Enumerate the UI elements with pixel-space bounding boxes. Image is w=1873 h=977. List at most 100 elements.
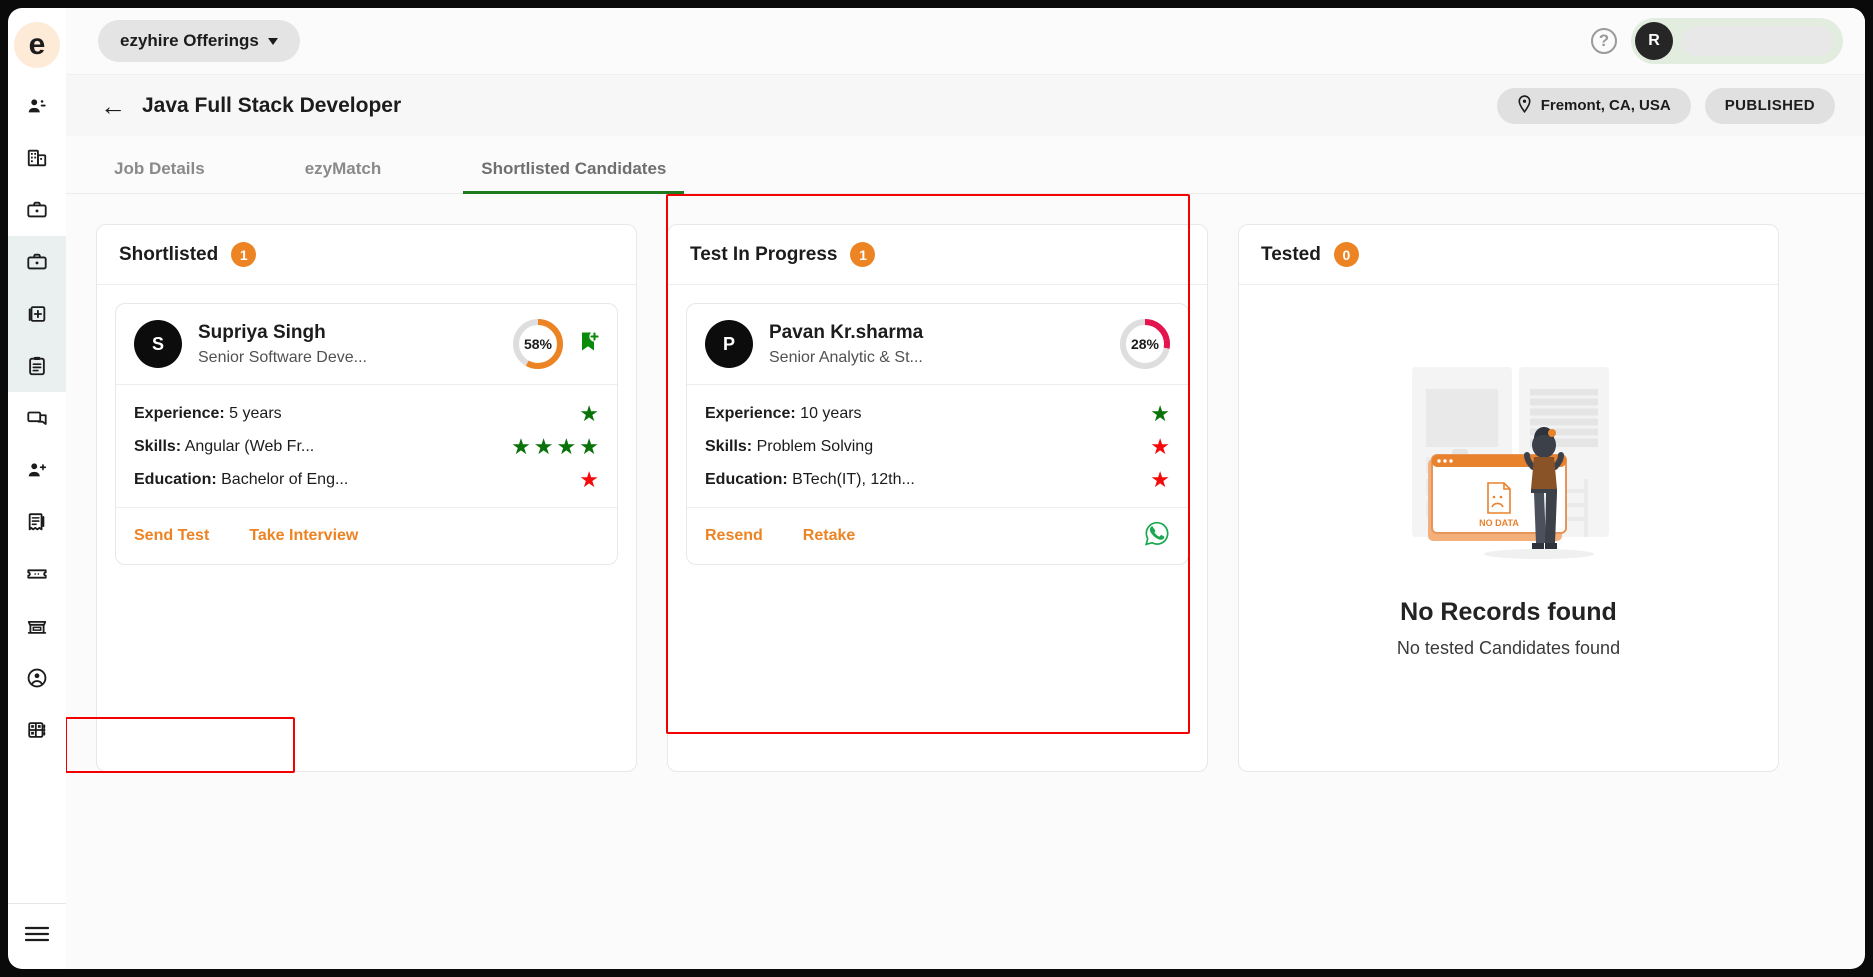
- sidebar-item-people[interactable]: [8, 80, 66, 132]
- candidate-header: P Pavan Kr.sharma Senior Analytic & St..…: [687, 304, 1188, 385]
- sidebar-item-company[interactable]: [8, 132, 66, 184]
- main-content: ezyhire Offerings ? R ← Java Full Stack …: [66, 8, 1865, 969]
- empty-state-title: No Records found: [1400, 598, 1617, 626]
- rating-stars-skills: ★: [1150, 436, 1170, 458]
- tab-bar: Job Details ezyMatch Shortlisted Candida…: [66, 136, 1865, 194]
- location-chip: Fremont, CA, USA: [1496, 87, 1691, 124]
- detail-row-skills: Skills: Problem Solving ★: [705, 436, 1170, 458]
- candidate-name: Pavan Kr.sharma: [769, 321, 924, 343]
- avatar: R: [1635, 22, 1673, 60]
- contact-book-icon: [26, 719, 48, 741]
- candidate-card[interactable]: P Pavan Kr.sharma Senior Analytic & St..…: [66, 303, 1189, 773]
- candidate-avatar: S: [134, 320, 182, 368]
- user-menu[interactable]: R: [1631, 18, 1843, 64]
- sidebar-item-briefcase[interactable]: [8, 184, 66, 236]
- detail-education: Education: Bachelor of Eng...: [134, 471, 348, 489]
- resend-button[interactable]: Resend: [705, 527, 763, 545]
- hamburger-menu-icon: [24, 924, 50, 949]
- top-bar-right: ? R: [1591, 18, 1843, 64]
- offerings-dropdown[interactable]: ezyhire Offerings: [98, 20, 300, 62]
- user-circle-icon: [26, 667, 48, 689]
- rating-stars-skills: ★ ★ ★ ★: [511, 436, 599, 458]
- match-percent-ring: 28%: [1118, 317, 1172, 371]
- whatsapp-icon[interactable]: [1144, 521, 1170, 552]
- sidebar-item-add-document[interactable]: [8, 288, 66, 340]
- bookmark-add-icon[interactable]: [579, 330, 601, 359]
- sidebar-item-contacts[interactable]: [8, 704, 66, 756]
- candidate-role: Senior Analytic & St...: [769, 348, 923, 366]
- app-logo[interactable]: e: [14, 22, 60, 68]
- detail-value-education: Bachelor of Eng...: [221, 471, 349, 488]
- sidebar-item-invoice[interactable]: [8, 496, 66, 548]
- detail-row-experience: Experience: 10 years ★: [705, 403, 1170, 425]
- people-group-icon: [26, 95, 48, 117]
- detail-skills: Skills: Angular (Web Fr...: [134, 438, 314, 456]
- candidate-actions: Resend Retake: [687, 508, 1188, 564]
- help-icon[interactable]: ?: [1591, 28, 1617, 54]
- candidate-header-right: 58%: [511, 317, 601, 371]
- job-header-chips: Fremont, CA, USA PUBLISHED: [1496, 87, 1835, 124]
- detail-value-skills: Angular (Web Fr...: [184, 438, 315, 455]
- empty-state-subtitle: No tested Candidates found: [1396, 638, 1621, 658]
- sidebar-item-ticket[interactable]: [8, 548, 66, 600]
- detail-value-education: BTech(IT), 12th...: [792, 471, 915, 488]
- candidate-header: S Supriya Singh Senior Software Deve...: [116, 304, 617, 385]
- column-title: Test In Progress: [690, 243, 838, 265]
- take-interview-button[interactable]: Take Interview: [249, 527, 358, 545]
- star-icon: ★: [1150, 401, 1170, 426]
- offerings-label: ezyhire Offerings: [120, 31, 259, 50]
- detail-skills: Skills: Problem Solving: [705, 438, 873, 456]
- star-icon: ★: [511, 434, 531, 459]
- column-body-shortlisted: S Supriya Singh Senior Software Deve...: [97, 285, 636, 583]
- detail-label-skills: Skills:: [705, 438, 753, 455]
- star-icon: ★: [1150, 434, 1170, 459]
- sidebar-menu-button[interactable]: [8, 903, 66, 969]
- sidebar-item-clipboard[interactable]: [8, 340, 66, 392]
- detail-row-experience: Experience: 5 years ★: [134, 403, 599, 425]
- back-arrow-icon[interactable]: ←: [100, 93, 126, 119]
- sidebar-item-add-person[interactable]: [8, 444, 66, 496]
- detail-value-experience: 5 years: [229, 405, 282, 422]
- star-icon: ★: [533, 434, 554, 459]
- column-header-shortlisted: Shortlisted 1: [97, 225, 636, 285]
- tab-ezymatch[interactable]: ezyMatch: [287, 159, 400, 193]
- column-title: Tested: [1261, 243, 1321, 265]
- rating-stars-education: ★: [1150, 469, 1170, 491]
- tab-job-details[interactable]: Job Details: [96, 159, 223, 193]
- ticket-icon: [26, 563, 48, 585]
- star-icon: ★: [579, 467, 599, 492]
- detail-label-experience: Experience:: [705, 405, 796, 422]
- detail-label-education: Education:: [705, 471, 788, 488]
- send-test-button[interactable]: Send Test: [134, 527, 209, 545]
- detail-row-education: Education: Bachelor of Eng... ★: [134, 469, 599, 491]
- top-bar: ezyhire Offerings ? R: [66, 8, 1865, 74]
- building-company-icon: [26, 147, 48, 169]
- candidate-card[interactable]: S Supriya Singh Senior Software Deve...: [115, 303, 618, 565]
- column-body-test-in-progress: P Pavan Kr.sharma Senior Analytic & St..…: [66, 285, 1207, 773]
- column-count-badge: 1: [231, 242, 257, 267]
- sidebar-item-chat[interactable]: [8, 392, 66, 444]
- chevron-down-icon: [267, 37, 278, 45]
- tab-shortlisted-candidates[interactable]: Shortlisted Candidates: [463, 159, 685, 194]
- sidebar-item-jobs[interactable]: [8, 236, 66, 288]
- page-title: Java Full Stack Developer: [142, 93, 402, 117]
- detail-value-experience: 10 years: [800, 405, 862, 422]
- candidate-avatar: P: [705, 320, 753, 368]
- candidate-details: Experience: 5 years ★ Skills: Angular (W…: [116, 385, 617, 508]
- detail-value-skills: Problem Solving: [756, 438, 874, 455]
- briefcase-icon: [26, 199, 48, 221]
- retake-button[interactable]: Retake: [803, 527, 855, 545]
- clipboard-list-icon: [26, 355, 48, 377]
- star-icon: ★: [579, 434, 599, 459]
- illustration-caption: NO DATA: [1479, 518, 1519, 528]
- star-icon: ★: [1150, 467, 1170, 492]
- star-icon: ★: [579, 401, 599, 426]
- sidebar-item-store[interactable]: [8, 600, 66, 652]
- add-person-icon: [26, 459, 48, 481]
- no-data-illustration: NO DATA: [1364, 349, 1654, 584]
- rating-stars-experience: ★: [1150, 403, 1170, 425]
- sidebar-item-account[interactable]: [8, 652, 66, 704]
- match-percent-value: 28%: [1130, 336, 1160, 352]
- rating-stars-education: ★: [579, 469, 599, 491]
- rating-stars-experience: ★: [579, 403, 599, 425]
